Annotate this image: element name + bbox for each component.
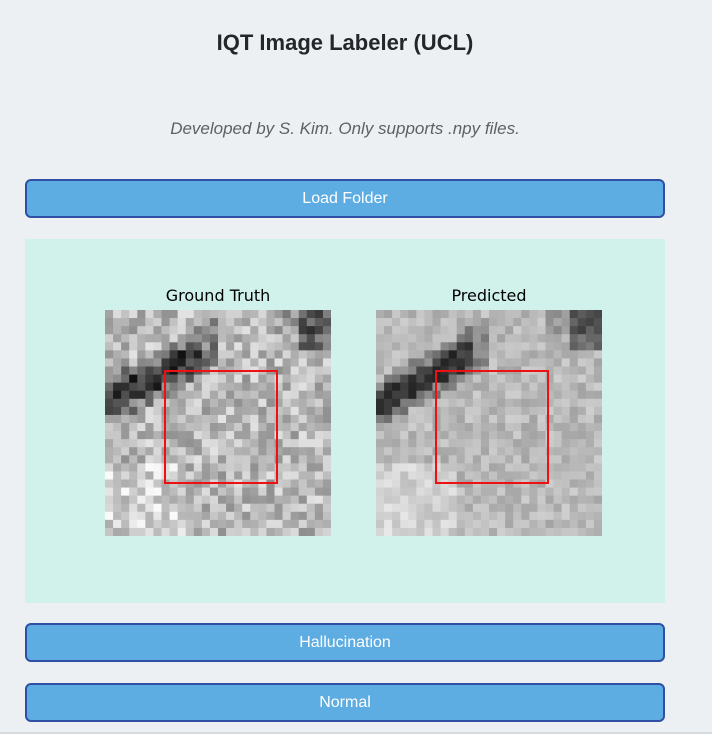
ground-truth-label: Ground Truth <box>165 286 271 305</box>
predicted-roi-box <box>435 370 549 484</box>
predicted-image <box>376 310 602 536</box>
hallucination-button[interactable]: Hallucination <box>25 623 665 662</box>
predicted-label: Predicted <box>451 286 527 305</box>
page-subtitle: Developed by S. Kim. Only supports .npy … <box>170 119 520 138</box>
ground-truth-image <box>105 310 331 536</box>
load-folder-button[interactable]: Load Folder <box>25 179 665 218</box>
ground-truth-roi-box <box>164 370 278 484</box>
normal-button[interactable]: Normal <box>25 683 665 722</box>
page-title: IQT Image Labeler (UCL) <box>216 30 474 55</box>
ground-truth-view: Ground Truth <box>105 285 331 536</box>
predicted-view: Predicted <box>376 285 602 536</box>
image-viewer-panel: Ground Truth Predicted <box>25 239 665 603</box>
